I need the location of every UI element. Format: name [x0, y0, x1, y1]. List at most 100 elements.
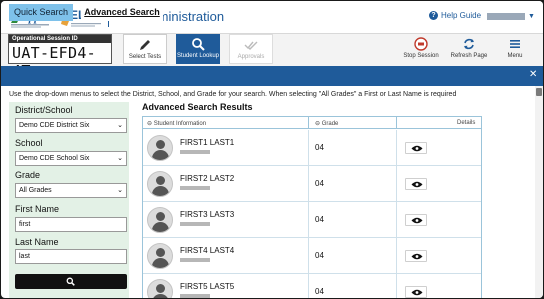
app-window: aspp ELPAC Test Administration ? Help Gu… [1, 1, 543, 298]
first-name-field[interactable]: first [15, 217, 127, 232]
table-row: FIRST3 LAST3 04 [143, 202, 481, 238]
student-name: FIRST4 LAST4 [180, 246, 235, 255]
grade-select[interactable]: All Grades ⌄ [15, 183, 127, 198]
chevron-down-icon: ⌄ [117, 122, 123, 129]
table-row: FIRST4 LAST4 04 [143, 238, 481, 274]
avatar [147, 243, 173, 269]
chevron-down-icon: ⌄ [117, 187, 123, 194]
grade-label: Grade [15, 170, 41, 180]
student-id-redacted [180, 222, 210, 226]
search-icon [192, 38, 205, 51]
student-info-header-label: Student Information [153, 121, 207, 127]
chevron-down-icon: ▼ [528, 13, 535, 20]
chevron-down-icon: ⌄ [117, 155, 123, 162]
school-select-value: Demo CDE School Six [19, 155, 90, 162]
grade-header-label: Grade [321, 121, 339, 127]
stop-icon [414, 37, 428, 51]
student-lookup-button[interactable]: Student Lookup [176, 34, 220, 64]
avatar [147, 135, 173, 161]
table-row: FIRST2 LAST2 04 [143, 166, 481, 202]
user-menu[interactable]: ▼ [487, 13, 535, 20]
stop-session-button[interactable]: Stop Session [399, 34, 443, 64]
student-grade: 04 [315, 251, 324, 260]
approvals-button[interactable]: Approvals [229, 34, 273, 64]
student-lookup-label: Student Lookup [176, 53, 220, 59]
last-name-label: Last Name [15, 237, 59, 247]
help-guide-link[interactable]: ? Help Guide [429, 11, 481, 20]
avatar [147, 279, 173, 298]
menu-label: Menu [507, 53, 523, 59]
student-grade: 04 [315, 215, 324, 224]
student-id-redacted [180, 258, 210, 262]
menu-button[interactable]: Menu [495, 34, 535, 64]
search-instructions: Use the drop-down menus to select the Di… [9, 91, 457, 98]
approvals-label: Approvals [237, 54, 265, 60]
student-grade: 04 [315, 143, 324, 152]
column-divider [308, 117, 309, 129]
student-id-redacted [180, 294, 210, 298]
student-name: FIRST5 LAST5 [180, 282, 235, 291]
refresh-page-label: Refresh Page [450, 53, 488, 59]
grade-header[interactable]: ⊖ Grade [315, 120, 338, 127]
session-id-label: Operational Session ID [9, 35, 111, 43]
eye-icon [411, 181, 423, 188]
student-name: FIRST2 LAST2 [180, 174, 235, 183]
tab-advanced-search[interactable]: Advanced Search [81, 4, 163, 21]
details-header: Details [457, 120, 476, 126]
avatar [147, 207, 173, 233]
filter-panel: District/School Demo CDE District Six ⌄ … [9, 102, 129, 298]
collapse-icon: ⊖ [147, 121, 153, 127]
table-row: FIRST5 LAST5 04 [143, 274, 481, 298]
student-name: FIRST3 LAST3 [180, 210, 235, 219]
last-name-field[interactable]: last [15, 249, 127, 264]
page-scrollbar[interactable] [535, 86, 543, 298]
refresh-icon [464, 38, 474, 50]
refresh-page-button[interactable]: Refresh Page [447, 34, 491, 64]
user-name-redacted [487, 13, 525, 20]
student-info-header[interactable]: ⊖ Student Information [147, 120, 206, 127]
search-icon [66, 277, 75, 286]
help-guide-label: Help Guide [441, 11, 482, 20]
view-details-button[interactable] [405, 250, 427, 262]
student-name: FIRST1 LAST1 [180, 138, 235, 147]
scroll-thumb[interactable] [536, 88, 542, 96]
results-title: Advanced Search Results [142, 102, 253, 112]
question-circle-icon: ? [429, 11, 438, 20]
district-label: District/School [15, 105, 73, 115]
hamburger-menu-icon [510, 40, 520, 48]
select-tests-label: Select Tests [128, 54, 162, 60]
results-header-row: ⊖ Student Information ⊖ Grade Details [143, 117, 481, 129]
student-grade: 04 [315, 179, 324, 188]
eye-icon [411, 217, 423, 224]
stop-session-label: Stop Session [403, 53, 439, 59]
view-details-button[interactable] [405, 214, 427, 226]
close-icon[interactable]: ✕ [529, 69, 537, 80]
district-select-value: Demo CDE District Six [19, 122, 90, 129]
results-table: ⊖ Student Information ⊖ Grade Details FI… [142, 116, 482, 298]
double-check-icon [244, 41, 258, 50]
student-grade: 04 [315, 287, 324, 296]
search-tabs [1, 66, 543, 86]
tab-quick-search[interactable]: Quick Search [9, 4, 73, 21]
table-row: FIRST1 LAST1 04 [143, 130, 481, 166]
eye-icon [411, 145, 423, 152]
collapse-icon: ⊖ [315, 121, 321, 127]
view-details-button[interactable] [405, 142, 427, 154]
select-tests-button[interactable]: Select Tests [123, 34, 167, 64]
column-divider [396, 117, 397, 129]
grade-select-value: All Grades [19, 187, 52, 194]
first-name-label: First Name [15, 204, 60, 214]
session-id-box: Operational Session ID UAT-EFD4-4T [8, 34, 112, 80]
view-details-button[interactable] [405, 178, 427, 190]
district-select[interactable]: Demo CDE District Six ⌄ [15, 118, 127, 133]
eye-icon [411, 253, 423, 260]
student-id-redacted [180, 186, 210, 190]
search-button[interactable] [15, 274, 127, 289]
eye-icon [411, 289, 423, 296]
avatar [147, 171, 173, 197]
view-details-button[interactable] [405, 286, 427, 298]
pencil-icon [140, 40, 150, 50]
school-select[interactable]: Demo CDE School Six ⌄ [15, 151, 127, 166]
school-label: School [15, 138, 43, 148]
student-id-redacted [180, 150, 210, 154]
